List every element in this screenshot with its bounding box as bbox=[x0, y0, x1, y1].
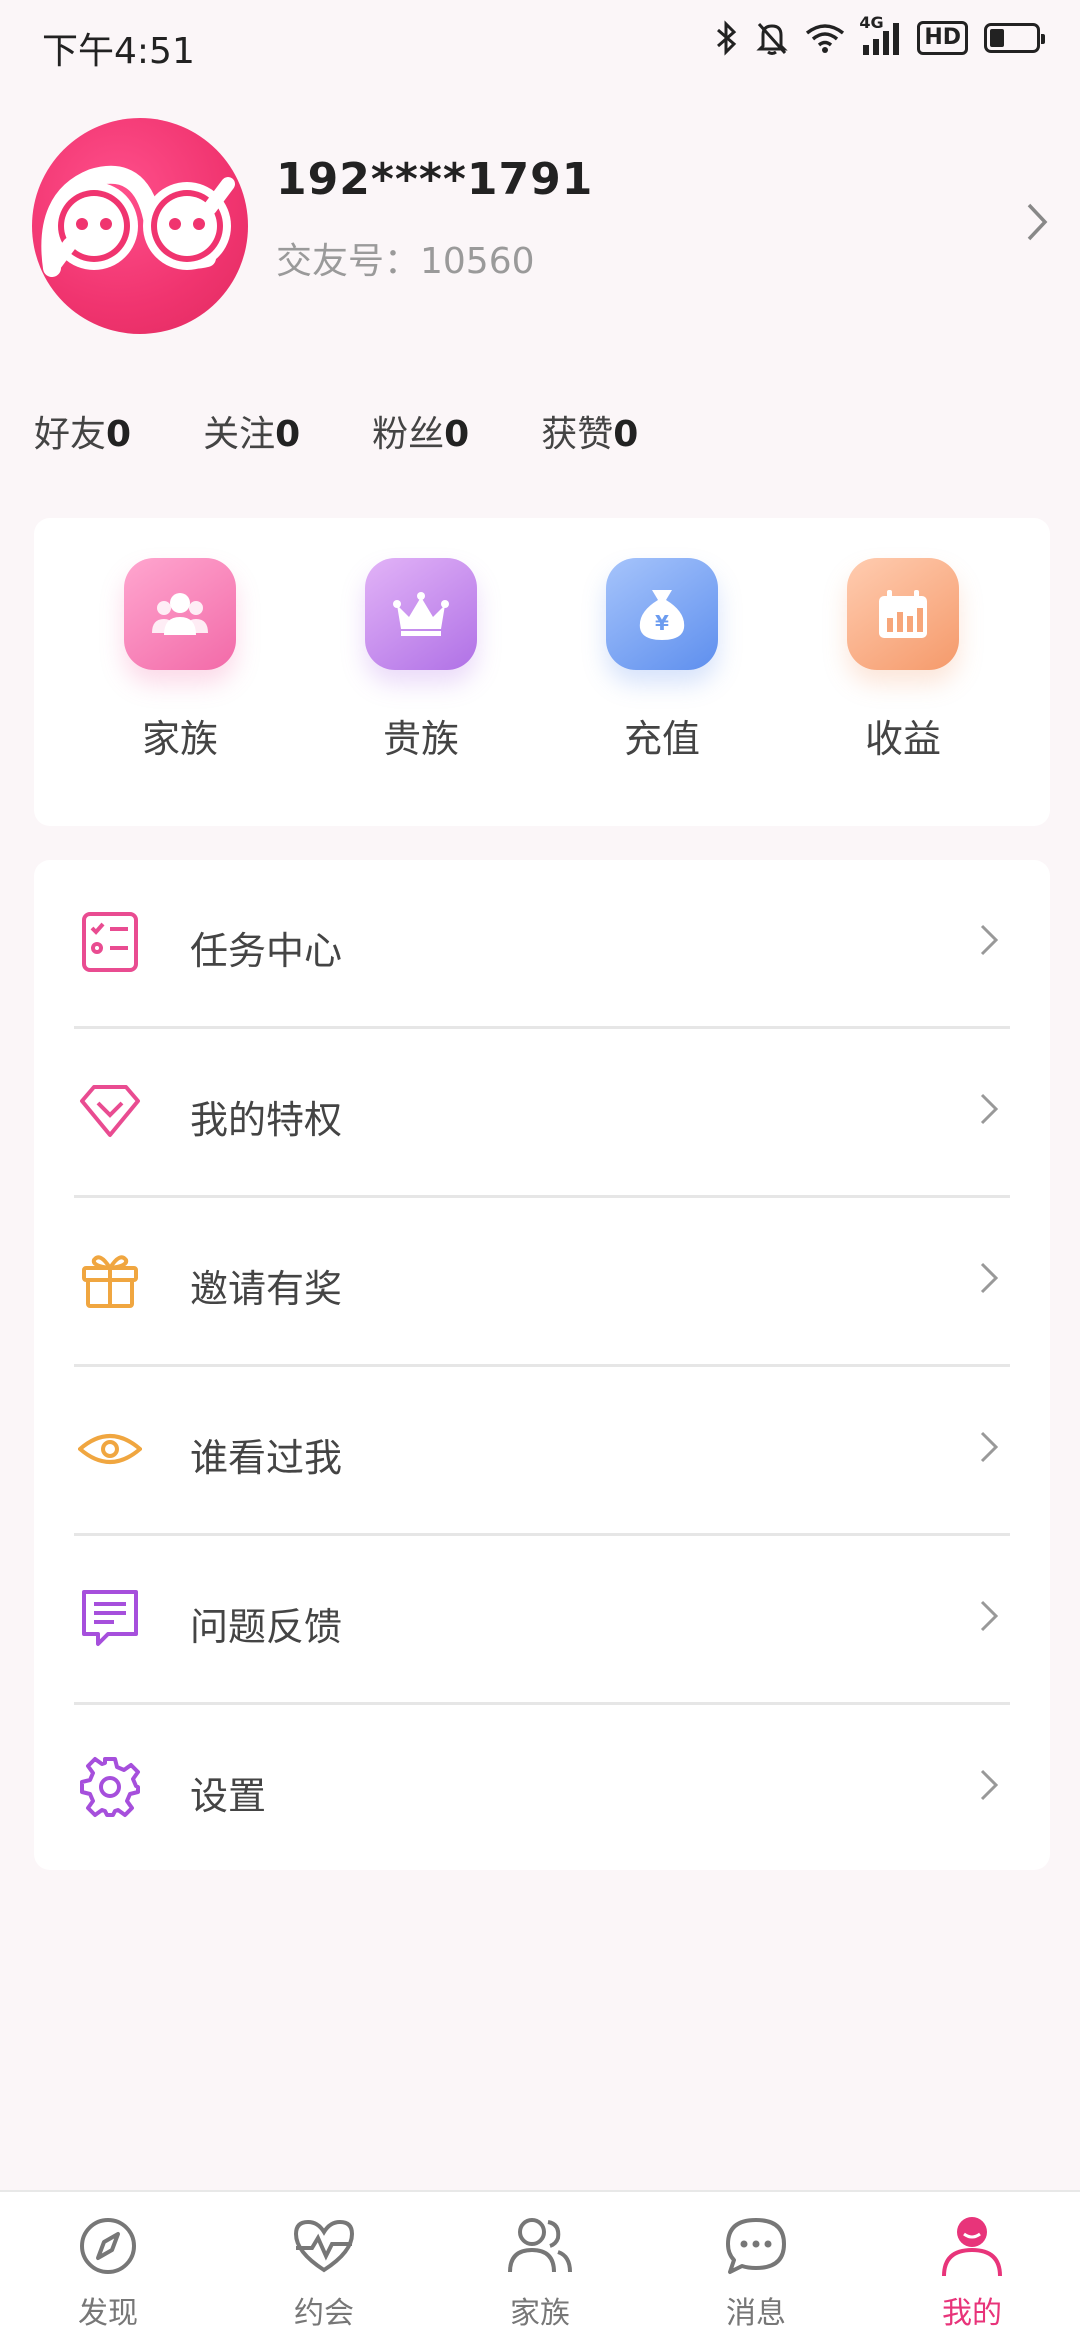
quick-action-earnings[interactable]: 收益 bbox=[823, 558, 983, 763]
menu-item-feedback[interactable]: 问题反馈 bbox=[34, 1536, 1050, 1705]
menu-item-label: 谁看过我 bbox=[190, 1436, 343, 1480]
menu-item-privileges[interactable]: 我的特权 bbox=[34, 1029, 1050, 1198]
menu-item-visitors[interactable]: 谁看过我 bbox=[34, 1367, 1050, 1536]
profile-icon bbox=[938, 2212, 1006, 2280]
crown-icon bbox=[365, 558, 477, 670]
quick-action-label: 贵族 bbox=[382, 717, 459, 761]
quick-action-nobility[interactable]: 贵族 bbox=[341, 558, 501, 763]
profile-header[interactable]: 192****1791 交友号：10560 bbox=[32, 118, 1048, 336]
nav-label: 发现 bbox=[78, 2296, 138, 2331]
quick-action-recharge[interactable]: ¥ 充值 bbox=[582, 558, 742, 763]
diamond-icon bbox=[78, 1079, 142, 1143]
chevron-right-icon bbox=[980, 924, 999, 960]
heartbeat-icon bbox=[290, 2212, 358, 2280]
status-time: 下午4:51 bbox=[42, 31, 195, 72]
nav-label: 约会 bbox=[294, 2296, 354, 2331]
money-bag-icon: ¥ bbox=[606, 558, 718, 670]
wifi-icon bbox=[805, 22, 845, 54]
status-bar: 下午4:51 4G HD bbox=[0, 0, 1080, 90]
stat-fans[interactable]: 粉丝0 bbox=[372, 405, 469, 457]
family-icon bbox=[124, 558, 236, 670]
chevron-right-icon bbox=[980, 1769, 999, 1805]
friend-id: 交友号：10560 bbox=[276, 241, 535, 282]
task-list-icon bbox=[78, 910, 142, 974]
nav-tab-dating[interactable]: 约会 bbox=[216, 2192, 432, 2342]
earnings-icon bbox=[847, 558, 959, 670]
signal-icon: 4G bbox=[859, 13, 901, 55]
chevron-right-icon bbox=[980, 1262, 999, 1298]
battery-icon bbox=[984, 23, 1045, 53]
stat-likes[interactable]: 获赞0 bbox=[541, 405, 638, 457]
feedback-icon bbox=[78, 1586, 142, 1650]
nav-tab-family[interactable]: 家族 bbox=[432, 2192, 648, 2342]
stat-friends[interactable]: 好友0 bbox=[34, 405, 131, 457]
quick-action-family[interactable]: 家族 bbox=[100, 558, 260, 763]
menu-item-label: 问题反馈 bbox=[190, 1605, 343, 1649]
menu-item-task-center[interactable]: 任务中心 bbox=[34, 860, 1050, 1029]
chevron-right-icon bbox=[980, 1431, 999, 1467]
hd-badge: HD bbox=[917, 21, 968, 55]
stat-following[interactable]: 关注0 bbox=[203, 405, 300, 457]
network-type: 4G bbox=[859, 13, 884, 32]
gear-icon bbox=[78, 1755, 142, 1819]
chevron-right-icon[interactable] bbox=[1026, 202, 1048, 246]
chevron-right-icon bbox=[980, 1093, 999, 1129]
menu-item-label: 邀请有奖 bbox=[190, 1267, 343, 1311]
svg-text:¥: ¥ bbox=[655, 611, 669, 635]
mute-bell-icon bbox=[755, 20, 789, 56]
menu-item-label: 任务中心 bbox=[190, 929, 343, 973]
menu-card: 任务中心 我的特权 邀请有奖 谁看过我 问题反馈 设置 bbox=[34, 860, 1050, 1870]
quick-action-label: 收益 bbox=[864, 717, 941, 761]
chat-icon bbox=[722, 2212, 790, 2280]
app-logo-icon bbox=[41, 165, 235, 277]
gift-icon bbox=[78, 1248, 142, 1312]
eye-icon bbox=[76, 1417, 144, 1481]
quick-action-label: 充值 bbox=[623, 717, 700, 761]
menu-item-label: 设置 bbox=[190, 1774, 267, 1818]
compass-icon bbox=[74, 2212, 142, 2280]
nav-tab-me[interactable]: 我的 bbox=[864, 2192, 1080, 2342]
status-icons: 4G HD bbox=[715, 13, 1045, 56]
avatar[interactable] bbox=[32, 118, 248, 334]
chevron-right-icon bbox=[980, 1600, 999, 1636]
bluetooth-icon bbox=[715, 20, 739, 56]
menu-item-invite[interactable]: 邀请有奖 bbox=[34, 1198, 1050, 1367]
nav-tab-discover[interactable]: 发现 bbox=[0, 2192, 216, 2342]
menu-item-settings[interactable]: 设置 bbox=[34, 1705, 1050, 1874]
nav-label: 消息 bbox=[726, 2296, 786, 2331]
nav-tab-messages[interactable]: 消息 bbox=[648, 2192, 864, 2342]
quick-actions-card: 家族 贵族 ¥ 充值 收益 bbox=[34, 518, 1050, 826]
stats-row: 好友0 关注0 粉丝0 获赞0 bbox=[34, 405, 710, 457]
bottom-nav: 发现 约会 家族 消息 我的 bbox=[0, 2190, 1080, 2342]
menu-item-label: 我的特权 bbox=[190, 1098, 343, 1142]
quick-action-label: 家族 bbox=[141, 717, 218, 761]
nav-label: 我的 bbox=[942, 2296, 1002, 2331]
people-icon bbox=[506, 2212, 574, 2280]
username: 192****1791 bbox=[276, 154, 594, 205]
nav-label: 家族 bbox=[510, 2296, 570, 2331]
